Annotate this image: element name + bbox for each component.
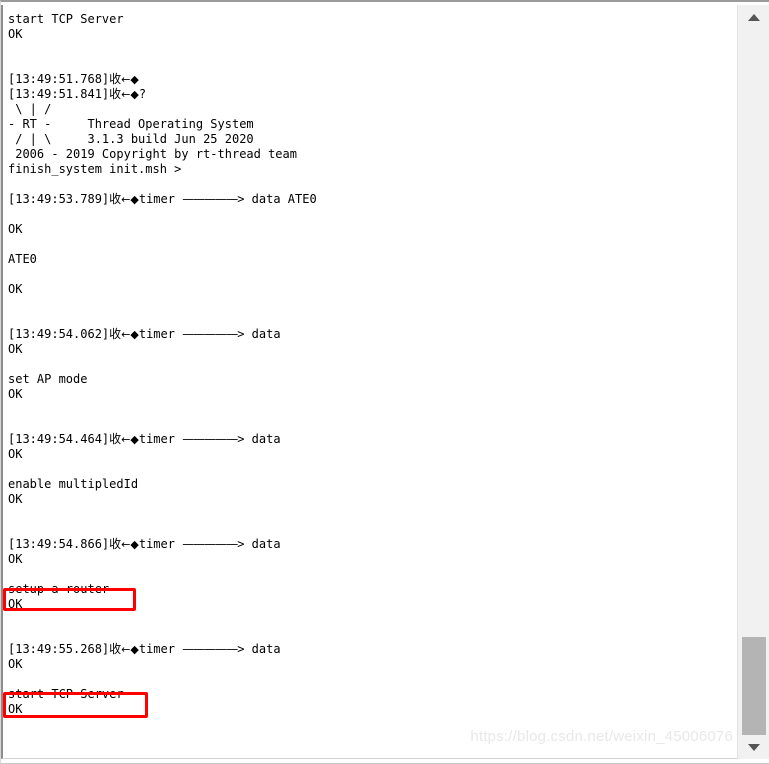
console-line: OK bbox=[8, 282, 23, 296]
console-line: \ | / bbox=[8, 102, 52, 116]
vertical-scrollbar[interactable] bbox=[737, 5, 769, 759]
console-line: setup a router bbox=[8, 582, 110, 596]
console-line: ATE0 bbox=[8, 252, 37, 266]
console-line: [13:49:54.062]收←◆timer —————> data bbox=[8, 327, 281, 341]
console-line: OK bbox=[8, 702, 23, 716]
console-line: enable multipledId bbox=[8, 477, 139, 491]
chevron-down-icon bbox=[748, 743, 760, 751]
console-output-area[interactable]: start TCP Server OK [13:49:51.768]收←◆ [13:4… bbox=[1, 5, 738, 759]
console-line: OK bbox=[8, 387, 23, 401]
console-line: OK bbox=[8, 447, 23, 461]
console-line: OK bbox=[8, 27, 23, 41]
console-line: - RT - Thread Operating System bbox=[8, 117, 254, 131]
console-line: [13:49:54.866]收←◆timer —————> data bbox=[8, 537, 281, 551]
console-line: start TCP Server bbox=[8, 12, 124, 26]
console-line: OK bbox=[8, 597, 23, 611]
console-line: OK bbox=[8, 342, 23, 356]
chevron-up-icon bbox=[748, 13, 760, 21]
console-line: finish_system init.msh > bbox=[8, 162, 182, 176]
console-line: OK bbox=[8, 222, 23, 236]
console-line: [13:49:51.768]收←◆ bbox=[8, 72, 139, 86]
scroll-down-button[interactable] bbox=[738, 735, 769, 759]
scrollbar-thumb[interactable] bbox=[742, 637, 766, 747]
watermark-text: https://blog.csdn.net/weixin_45006076 bbox=[470, 728, 733, 745]
console-line: [13:49:53.789]收←◆timer —————> data ATE0 bbox=[8, 192, 317, 206]
console-line: [13:49:51.841]收←◆? bbox=[8, 87, 147, 101]
console-line: [13:49:54.464]收←◆timer —————> data bbox=[8, 432, 281, 446]
scroll-up-button[interactable] bbox=[738, 5, 769, 29]
console-line: set AP mode bbox=[8, 372, 88, 386]
console-line: OK bbox=[8, 492, 23, 506]
terminal-window: start TCP Server OK [13:49:51.768]收←◆ [13:4… bbox=[0, 0, 769, 764]
console-line: start TCP Server bbox=[8, 687, 124, 701]
console-line: 2006 - 2019 Copyright by rt-thread team bbox=[8, 147, 297, 161]
console-line: OK bbox=[8, 657, 23, 671]
console-line: [13:49:55.268]收←◆timer —————> data bbox=[8, 642, 281, 656]
console-line: / | \ 3.1.3 build Jun 25 2020 bbox=[8, 132, 254, 146]
console-line: OK bbox=[8, 552, 23, 566]
